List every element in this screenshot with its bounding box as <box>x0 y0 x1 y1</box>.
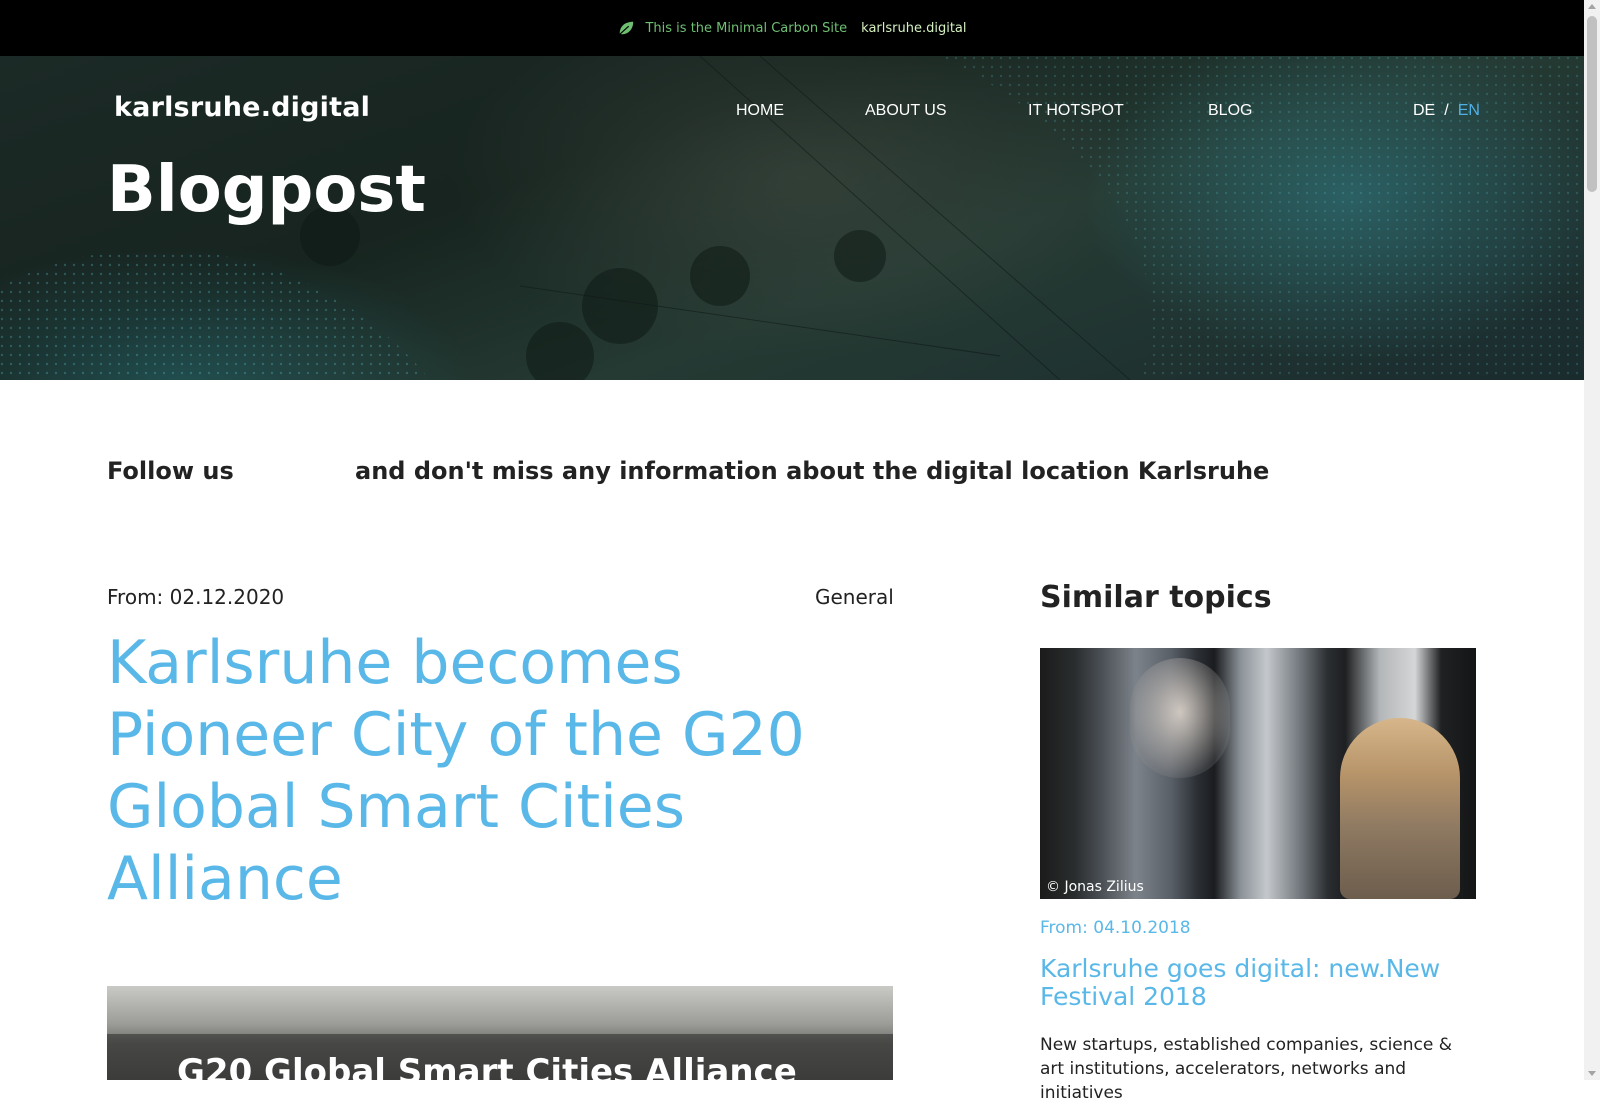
follow-us-text: and don't miss any information about the… <box>355 457 1270 485</box>
similar-card-date: From: 04.10.2018 <box>1040 918 1191 938</box>
page-title: Blogpost <box>107 153 426 227</box>
lang-en[interactable]: EN <box>1458 102 1480 119</box>
lang-de[interactable]: DE <box>1413 102 1435 119</box>
page-scrollbar[interactable] <box>1584 0 1600 1080</box>
scroll-up-icon[interactable] <box>1588 4 1596 9</box>
similar-card-image[interactable]: © Jonas Zilius <box>1040 648 1476 899</box>
follow-us-label: Follow us <box>107 457 234 485</box>
carbon-banner: This is the Minimal Carbon Site karlsruh… <box>0 0 1584 56</box>
similar-card-text: New startups, established companies, sci… <box>1040 1035 1452 1103</box>
carbon-site-link[interactable]: karlsruhe.digital <box>861 21 966 36</box>
image-credit: © Jonas Zilius <box>1046 879 1144 895</box>
article-date: From: 02.12.2020 <box>107 585 285 609</box>
article-image-caption: G20 Global Smart Cities Alliance <box>177 1052 797 1080</box>
scroll-down-icon[interactable] <box>1588 1071 1596 1076</box>
article-image: G20 Global Smart Cities Alliance <box>107 986 893 1080</box>
hero-banner: karlsruhe.digital HOME ABOUT US IT HOTSP… <box>0 56 1584 380</box>
article-category[interactable]: General <box>815 585 894 609</box>
leaf-icon <box>619 21 634 35</box>
image-person <box>1340 718 1460 899</box>
similar-card-title[interactable]: Karlsruhe goes digital: new.New Festival… <box>1040 955 1480 1011</box>
site-logo[interactable]: karlsruhe.digital <box>114 92 370 123</box>
lang-separator: / <box>1444 102 1449 119</box>
nav-home[interactable]: HOME <box>736 102 784 120</box>
carbon-message: This is the Minimal Carbon Site <box>645 20 848 36</box>
language-switcher: DE / EN <box>1413 102 1480 120</box>
nav-blog[interactable]: BLOG <box>1208 102 1252 120</box>
article-title: Karlsruhe becomes Pioneer City of the G2… <box>107 628 805 914</box>
nav-it-hotspot[interactable]: IT HOTSPOT <box>1028 102 1124 120</box>
image-face <box>1130 658 1230 778</box>
scrollbar-thumb[interactable] <box>1587 16 1597 192</box>
similar-topics-heading: Similar topics <box>1040 580 1272 615</box>
nav-about-us[interactable]: ABOUT US <box>865 102 947 120</box>
